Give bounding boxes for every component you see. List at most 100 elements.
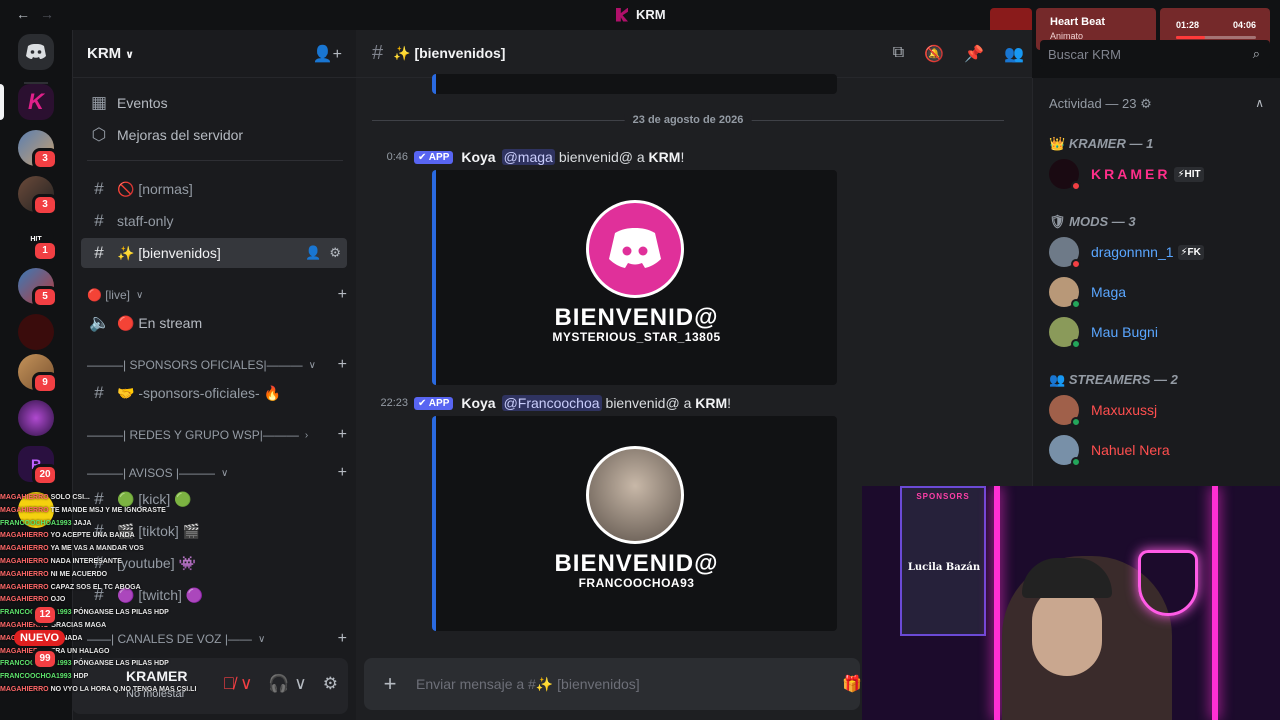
total-time: 04:06 [1232,20,1256,30]
avatar [1049,159,1081,191]
category-live[interactable]: 🔴 [live] ∨ + [87,284,347,306]
back-arrow-icon[interactable]: ← [16,6,40,22]
message-composer[interactable]: + Enviar mensaje a #✨ [bienvenidos] 🎁 [364,658,862,710]
invite-icon[interactable]: 👤 [305,245,321,261]
add-channel-icon[interactable]: + [338,356,347,374]
webcam-overlay: SPONSORS Lucila Bazán [862,486,1280,720]
channel-title: ✨ [bienvenidos] [393,45,506,61]
gear-icon[interactable]: ⚙ [323,674,338,694]
server-krm[interactable]: K [18,84,54,120]
channel-youtube[interactable]: # [youtube] 👾 [81,548,347,578]
add-channel-icon[interactable]: + [338,286,347,304]
server-header[interactable]: KRM ∨ 👤+ [73,30,356,78]
gift-icon[interactable]: 🎁 [842,674,862,694]
member-row[interactable]: KRAMER ⚡HIT [1049,158,1204,191]
member-row[interactable]: Nahuel Nera [1049,434,1170,467]
channel-tiktok[interactable]: # 🎬 [tiktok] 🎬 [81,516,347,546]
headphones-icon[interactable]: 🎧 ∨ [268,674,306,694]
chevron-down-icon: ∨ [308,359,316,371]
channel-twitch[interactable]: # 🟣 [twitch] 🟣 [81,580,347,610]
category-sponsors[interactable]: ———| SPONSORS OFICIALES|——— ∨ + [87,354,347,376]
channel-sidebar: KRM ∨ 👤+ ▦ Eventos ⬡ Mejoras del servidor #… [72,30,356,720]
app-badge: ✔ APP [414,150,454,164]
song-title: Heart Beat [1050,16,1106,28]
channel-en-stream[interactable]: 🔈 🔴 En stream [81,308,347,338]
message-author[interactable]: Koya [461,149,495,165]
sponsor-name: Lucila Bazán [907,562,981,573]
server-icon-hit-gaming[interactable]: HIT 1 [18,222,58,262]
welcome-image[interactable]: BIENVENID@ MYSTERIOUS_STAR_13805 [432,170,837,385]
user-avatar-photo [586,446,684,544]
server-icon-1[interactable]: 3 [18,130,58,170]
member-row[interactable]: Maga [1049,276,1126,309]
member-row[interactable]: Mau Bugni [1049,316,1158,349]
mention-badge: 3 [32,194,58,216]
rail-badge-12: 12 [32,602,58,626]
discord-logo-icon [586,200,684,298]
krm-logo-icon [616,7,628,22]
mention-badge: 1 [32,240,58,262]
streamer-face [1032,586,1102,676]
section-mods: 🛡 MODS — 3 [1049,214,1136,229]
neon-light [1212,486,1218,720]
calendar-icon: ▦ [90,93,108,112]
channel-kick[interactable]: # 🟢 [kick] 🟢 [81,484,347,514]
section-streamers: 👥 STREAMERS — 2 [1049,372,1178,387]
welcome-title: BIENVENID@ [554,304,719,331]
channel-bienvenidos[interactable]: # ✨ [bienvenidos] 👤 ⚙ [81,238,347,268]
channel-staff-only[interactable]: # staff-only [81,206,347,236]
chevron-right-icon: › [304,429,309,441]
avatar [1049,317,1081,349]
speaker-icon: 🔈 [89,313,111,332]
sidebar-item-events[interactable]: ▦ Eventos [81,88,347,118]
server-icon-4[interactable]: 5 [18,268,58,308]
hash-icon: # [94,521,104,540]
active-server-indicator [0,84,4,120]
progress-fill [1176,36,1205,39]
add-channel-icon[interactable]: + [338,464,347,482]
discord-home-icon[interactable] [18,34,54,70]
forward-arrow-icon[interactable]: → [40,6,64,22]
server-icon-8[interactable]: R20 [18,446,58,486]
member-row[interactable]: dragonnnn_1 ⚡FK [1049,236,1204,269]
threads-icon[interactable]: ⧉ [893,44,904,64]
window-title: KRM [616,7,666,22]
channel-normas[interactable]: # 🚫 [normas] [81,174,347,204]
app-badge: ✔ APP [414,396,454,410]
user-mention[interactable]: @maga [501,149,555,165]
sidebar-item-boosts[interactable]: ⬡ Mejoras del servidor [81,120,347,150]
add-attachment-icon[interactable]: + [364,671,416,697]
server-icon-7[interactable] [18,400,54,436]
server-name: KRM [87,45,122,62]
gear-icon: ⚙ [1140,96,1152,111]
activity-header[interactable]: Actividad — 23 ⚙ [1049,96,1152,112]
user-mention[interactable]: @Francoochoa [501,395,602,411]
add-channel-icon[interactable]: + [338,630,347,648]
crown-icon: 👑 [1049,136,1066,151]
search-input[interactable]: Buscar KRM ⌕ [1040,40,1270,68]
message-input[interactable]: Enviar mensaje a #✨ [bienvenidos] [416,676,640,693]
server-icon-2[interactable]: 3 [18,176,58,216]
category-voz[interactable]: ——| CANALES DE VOZ |—— ∨ + [87,628,347,650]
mic-muted-icon[interactable]: 🎙̸ ∨ [222,674,252,694]
chevron-up-icon[interactable]: ∧ [1255,96,1264,110]
add-member-icon[interactable]: 👤+ [313,44,342,64]
mate-cup [1138,550,1198,616]
members-icon[interactable]: 👥 [1004,44,1024,64]
add-channel-icon[interactable]: + [338,426,347,444]
member-row[interactable]: Maxuxussj [1049,394,1157,427]
pin-icon[interactable]: 📌 [964,44,984,64]
message: 22:23 ✔ APP Koya @Francoochoa bienvenid@… [356,392,1032,414]
gear-icon[interactable]: ⚙ [329,245,341,261]
server-icon-5[interactable] [18,314,54,350]
user-status: No molestar [126,688,186,700]
welcome-image[interactable]: BIENVENID@ FRANCOOCHOA93 [432,416,837,631]
sidebar-divider [87,160,343,161]
category-avisos[interactable]: ———| AVISOS |——— ∨ + [87,462,347,484]
message-author[interactable]: Koya [461,395,495,411]
server-icon-6[interactable]: 9 [18,354,58,394]
bell-muted-icon[interactable]: 🔕 [924,44,944,64]
category-redes[interactable]: ———| REDES Y GRUPO WSP|——— › + [87,424,347,446]
hash-icon: # [372,42,384,64]
channel-sponsors-oficiales[interactable]: # 🤝 -sponsors-oficiales- 🔥 [81,378,347,408]
